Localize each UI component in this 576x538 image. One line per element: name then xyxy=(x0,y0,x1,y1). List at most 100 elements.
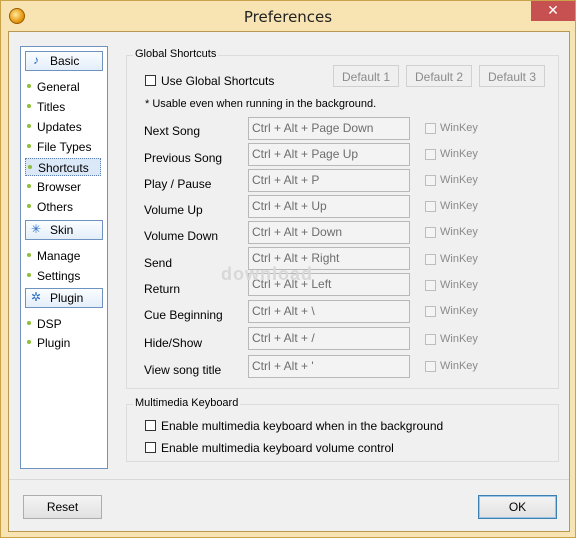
nav-item-dsp[interactable]: DSP xyxy=(25,315,101,333)
nav-section-plugin[interactable]: ✲ Plugin xyxy=(25,288,103,308)
default-2-button[interactable]: Default 2 xyxy=(406,65,472,87)
nav-item-plugin[interactable]: Plugin xyxy=(25,334,101,352)
winkey-checkbox[interactable] xyxy=(425,334,436,345)
nav-item-label: Titles xyxy=(37,100,66,114)
window-title: Preferences xyxy=(243,8,333,26)
nav-item-file-types[interactable]: File Types xyxy=(25,138,101,156)
global-shortcuts-group: Global Shortcuts Use Global Shortcuts De… xyxy=(126,48,559,389)
nav-item-settings[interactable]: Settings xyxy=(25,267,101,285)
shortcut-action-label: Play / Pause xyxy=(144,177,212,191)
dialog-body: ♪ Basic General Titles Updates File Type… xyxy=(8,31,570,532)
bullet-icon xyxy=(27,321,31,325)
default-1-button[interactable]: Default 1 xyxy=(333,65,399,87)
multimedia-keyboard-group: Multimedia Keyboard Enable multimedia ke… xyxy=(126,397,559,462)
use-global-shortcuts-checkbox[interactable] xyxy=(145,75,156,86)
winkey-checkbox[interactable] xyxy=(425,280,436,291)
nav-section-skin[interactable]: ✳ Skin xyxy=(25,220,103,240)
nav-item-label: Others xyxy=(37,200,74,214)
bullet-icon xyxy=(27,253,31,257)
shortcut-action-label: Volume Up xyxy=(144,203,203,217)
nav-item-label: Settings xyxy=(37,269,81,283)
bullet-icon xyxy=(27,184,31,188)
nav-item-titles[interactable]: Titles xyxy=(25,98,101,116)
reset-button[interactable]: Reset xyxy=(23,495,102,519)
shortcut-key-field[interactable]: Ctrl + Alt + P xyxy=(248,169,410,192)
winkey-label: WinKey xyxy=(440,226,478,238)
winkey-label: WinKey xyxy=(440,333,478,345)
winkey-checkbox[interactable] xyxy=(425,254,436,265)
bullet-icon xyxy=(27,84,31,88)
winkey-label: WinKey xyxy=(440,148,478,160)
footer-divider xyxy=(9,479,569,480)
nav-item-general[interactable]: General xyxy=(25,78,101,96)
background-note: * Usable even when running in the backgr… xyxy=(145,98,377,110)
nav-item-manage[interactable]: Manage xyxy=(25,247,101,265)
shortcut-key-field[interactable]: Ctrl + Alt + Up xyxy=(248,195,410,218)
bullet-icon xyxy=(27,144,31,148)
shortcut-action-label: View song title xyxy=(144,363,222,377)
shortcut-action-label: Previous Song xyxy=(144,151,223,165)
preferences-window: Preferences ✕ ♪ Basic General Titles Upd… xyxy=(0,0,576,538)
bullet-icon xyxy=(27,340,31,344)
nav-item-browser[interactable]: Browser xyxy=(25,178,101,196)
shortcut-key-field[interactable]: Ctrl + Alt + / xyxy=(248,327,410,350)
shortcut-action-label: Volume Down xyxy=(144,229,219,243)
close-button[interactable]: ✕ xyxy=(531,1,575,21)
nav-section-label: Plugin xyxy=(50,291,84,305)
shortcut-action-label: Send xyxy=(144,256,173,270)
nav-item-label: General xyxy=(37,80,80,94)
shortcut-action-label: Next Song xyxy=(144,124,201,138)
nav-item-updates[interactable]: Updates xyxy=(25,118,101,136)
ok-button[interactable]: OK xyxy=(478,495,557,519)
bullet-icon xyxy=(27,204,31,208)
multimedia-volume-checkbox[interactable] xyxy=(145,442,156,453)
winkey-checkbox[interactable] xyxy=(425,175,436,186)
winkey-checkbox[interactable] xyxy=(425,306,436,317)
shortcut-action-label: Return xyxy=(144,282,181,296)
winkey-checkbox[interactable] xyxy=(425,361,436,372)
multimedia-background-checkbox[interactable] xyxy=(145,420,156,431)
nav-section-basic[interactable]: ♪ Basic xyxy=(25,51,103,71)
nav-item-shortcuts[interactable]: Shortcuts xyxy=(25,158,101,176)
winkey-checkbox[interactable] xyxy=(425,149,436,160)
winkey-label: WinKey xyxy=(440,174,478,186)
winkey-checkbox[interactable] xyxy=(425,123,436,134)
shortcut-key-field[interactable]: Ctrl + Alt + ' xyxy=(248,355,410,378)
group-label: Global Shortcuts xyxy=(133,48,219,60)
nav-item-label: File Types xyxy=(37,140,92,154)
shortcut-key-field[interactable]: Ctrl + Alt + \ xyxy=(248,300,410,323)
sparkle-icon: ✳ xyxy=(30,222,42,236)
winkey-label: WinKey xyxy=(440,122,478,134)
default-3-button[interactable]: Default 3 xyxy=(479,65,545,87)
nav-item-label: Plugin xyxy=(37,336,71,350)
nav-item-others[interactable]: Others xyxy=(25,198,101,216)
use-global-shortcuts-label: Use Global Shortcuts xyxy=(161,74,275,88)
winkey-label: WinKey xyxy=(440,360,478,372)
music-note-icon: ♪ xyxy=(33,53,39,67)
group-label: Multimedia Keyboard xyxy=(133,397,241,409)
winkey-label: WinKey xyxy=(440,305,478,317)
bullet-icon xyxy=(27,124,31,128)
shortcut-key-field[interactable]: Ctrl + Alt + Down xyxy=(248,221,410,244)
nav-item-label: Shortcuts xyxy=(38,161,89,175)
bullet-icon xyxy=(27,273,31,277)
gear-icon: ✲ xyxy=(30,290,42,304)
shortcut-key-field[interactable]: Ctrl + Alt + Page Down xyxy=(248,117,410,140)
nav-item-label: Manage xyxy=(37,249,81,263)
multimedia-volume-label: Enable multimedia keyboard volume contro… xyxy=(161,441,394,455)
nav-section-label: Basic xyxy=(50,54,80,68)
category-nav: ♪ Basic General Titles Updates File Type… xyxy=(20,46,108,469)
winkey-checkbox[interactable] xyxy=(425,227,436,238)
bullet-icon xyxy=(28,165,32,169)
title-bar: Preferences ✕ xyxy=(1,1,575,31)
winkey-label: WinKey xyxy=(440,253,478,265)
winkey-checkbox[interactable] xyxy=(425,201,436,212)
shortcut-key-field[interactable]: Ctrl + Alt + Page Up xyxy=(248,143,410,166)
multimedia-background-label: Enable multimedia keyboard when in the b… xyxy=(161,419,444,433)
shortcut-action-label: Cue Beginning xyxy=(144,308,223,322)
nav-item-label: DSP xyxy=(37,317,62,331)
nav-item-label: Updates xyxy=(37,120,82,134)
nav-section-label: Skin xyxy=(50,223,74,237)
watermark: download xyxy=(221,264,313,284)
winkey-label: WinKey xyxy=(440,279,478,291)
